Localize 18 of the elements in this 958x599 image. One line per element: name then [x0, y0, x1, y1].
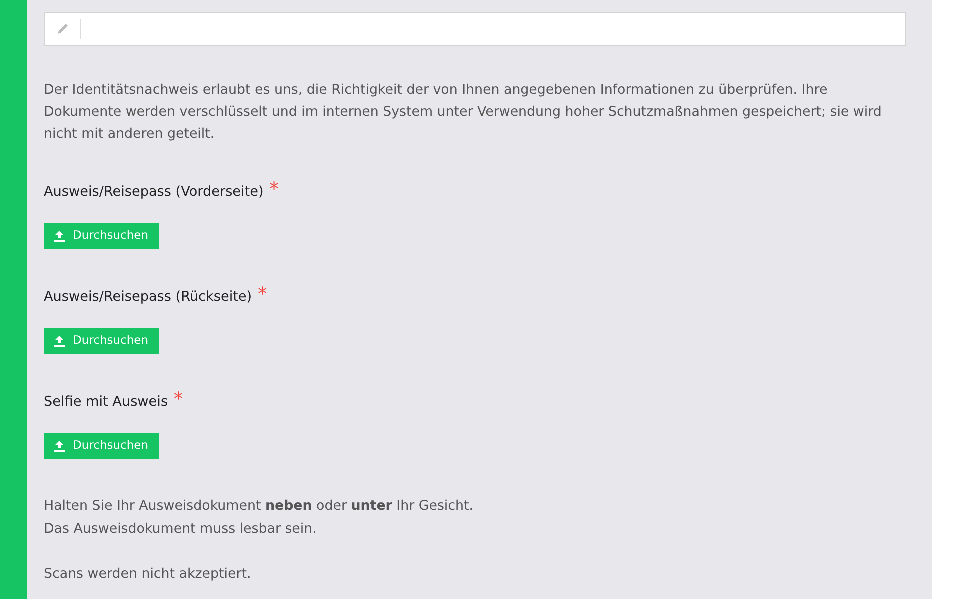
text-field[interactable] [44, 12, 906, 46]
instruction-text: Halten Sie Ihr Ausweisdokument neben oder unter Ihr Gesicht. [44, 498, 475, 516]
upload-icon [54, 336, 65, 346]
required-marker: * [174, 388, 184, 412]
field-label: Ausweis/Reisepass (Rückseite) [44, 288, 252, 307]
browse-button[interactable]: Durchsuchen [44, 223, 158, 249]
upload-icon [54, 230, 65, 242]
browse-button[interactable]: Durchsuchen [44, 433, 158, 459]
instruction-text: Scans werden nicht akzeptiert. [44, 566, 252, 584]
instruction-text: Das Ausweisdokument muss lesbar sein. [44, 521, 318, 539]
field-label: Ausweis/Reisepass (Vorderseite) [44, 183, 264, 202]
pencil-icon [56, 22, 70, 36]
browse-button[interactable]: Durchsuchen [44, 328, 158, 354]
required-marker: * [270, 178, 279, 202]
required-marker: * [258, 283, 268, 307]
field-label: Selfie mit Ausweis [44, 393, 168, 412]
upload-icon [54, 440, 65, 452]
intro-paragraph: Der Identitätsnachweis erlaubt es uns, die Richtigkeit der von Ihnen angegebenen Informationen zu überprüfen. Ihre Dokumente werden verschlüsselt und im internen System unter Verwendung hoher Schutzmaßnahmen gespeichert; sie wird nicht mit anderen geteilt. [44, 82, 883, 144]
